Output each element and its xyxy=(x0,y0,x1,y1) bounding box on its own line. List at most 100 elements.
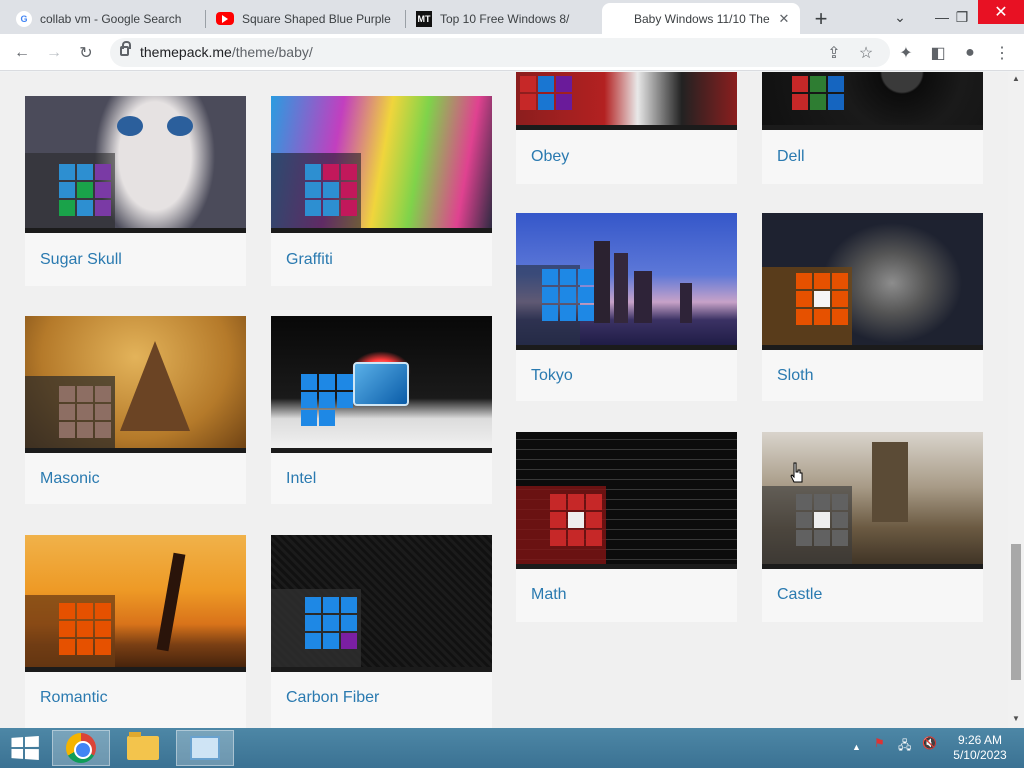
thumb-sloth[interactable] xyxy=(762,213,983,350)
profile-avatar-icon[interactable]: ● xyxy=(956,39,984,67)
browser-toolbar: ← → ↻ themepack.me/theme/baby/ ⇪ ☆ ✦ ◧ ●… xyxy=(0,34,1024,71)
back-icon[interactable]: ← xyxy=(8,39,36,67)
chrome-icon xyxy=(66,733,96,763)
tab-top-10[interactable]: MT Top 10 Free Windows 8/ xyxy=(408,3,600,34)
thumb-obey[interactable] xyxy=(516,72,737,130)
extensions-icon[interactable]: ✦ xyxy=(892,39,920,67)
folder-icon xyxy=(127,732,159,760)
side-panel-icon[interactable]: ◧ xyxy=(924,39,952,67)
theme-card-tokyo[interactable]: Tokyo xyxy=(516,213,737,401)
skyscraper xyxy=(594,241,610,323)
intel-badge xyxy=(353,362,409,406)
scrollbar-thumb[interactable] xyxy=(1011,544,1021,680)
theme-name[interactable]: Romantic xyxy=(40,689,108,707)
theme-card-obey[interactable]: Obey xyxy=(516,72,737,184)
theme-name[interactable]: Obey xyxy=(531,148,569,166)
address-bar[interactable]: themepack.me/theme/baby/ ⇪ ☆ xyxy=(110,38,890,67)
url-domain: themepack.me xyxy=(140,44,232,60)
tiles-preview xyxy=(792,76,844,110)
taskbar-preview xyxy=(271,228,492,233)
page-scrollbar[interactable]: ▲ ▼ xyxy=(1008,72,1024,728)
show-hidden-icons[interactable]: ▲ xyxy=(852,742,861,752)
theme-name[interactable]: Sloth xyxy=(777,367,813,385)
hand-cursor-icon xyxy=(790,462,803,483)
action-center-flag-icon[interactable]: ⚑ xyxy=(874,736,885,750)
lock-icon[interactable] xyxy=(120,41,131,56)
theme-name[interactable]: Intel xyxy=(286,470,316,488)
tab-divider xyxy=(205,10,206,28)
thumb-dell[interactable] xyxy=(762,72,983,130)
theme-card-carbon-fiber[interactable]: Carbon Fiber xyxy=(271,535,492,728)
thumb-sugar-skull[interactable] xyxy=(25,96,246,233)
tab-baby-windows[interactable]: Baby Windows 11/10 The ✕ xyxy=(602,3,800,34)
tiles-preview xyxy=(59,164,111,216)
tab-google-search[interactable]: G collab vm - Google Search xyxy=(8,3,204,34)
theme-name[interactable]: Math xyxy=(531,586,567,604)
theme-name[interactable]: Masonic xyxy=(40,470,100,488)
theme-card-masonic[interactable]: Masonic xyxy=(25,316,246,504)
skyscraper xyxy=(680,283,692,323)
theme-name[interactable]: Sugar Skull xyxy=(40,251,122,269)
mt-icon: MT xyxy=(416,10,432,27)
theme-card-sloth[interactable]: Sloth xyxy=(762,213,983,401)
theme-card-romantic[interactable]: Romantic xyxy=(25,535,246,728)
theme-card-graffiti[interactable]: Graffiti xyxy=(271,96,492,286)
taskbar-preview xyxy=(762,125,983,130)
page-content: Sugar Skull Graffiti Obey Dell Masonic I… xyxy=(0,72,1008,728)
theme-card-dell[interactable]: Dell xyxy=(762,72,983,184)
theme-name[interactable]: Tokyo xyxy=(531,367,573,385)
tiles-preview xyxy=(305,164,357,216)
close-tab-icon[interactable]: ✕ xyxy=(776,11,792,27)
skull-eye xyxy=(117,116,143,136)
taskbar-remote-desktop[interactable] xyxy=(176,730,234,766)
url-path: /theme/baby/ xyxy=(231,44,313,60)
thumb-castle[interactable] xyxy=(762,432,983,569)
thumb-masonic[interactable] xyxy=(25,316,246,453)
theme-name[interactable]: Carbon Fiber xyxy=(286,689,379,707)
tab-youtube[interactable]: Square Shaped Blue Purple xyxy=(208,3,404,34)
tab-search-icon[interactable]: ⌄ xyxy=(878,0,922,34)
close-window-button[interactable]: ✕ xyxy=(978,0,1024,24)
thumb-carbon-fiber[interactable] xyxy=(271,535,492,672)
thumb-intel[interactable] xyxy=(271,316,492,453)
theme-card-math[interactable]: Math xyxy=(516,432,737,622)
theme-name[interactable]: Dell xyxy=(777,148,805,166)
tiles-preview xyxy=(542,269,594,321)
theme-card-sugar-skull[interactable]: Sugar Skull xyxy=(25,96,246,286)
scroll-down-icon[interactable]: ▼ xyxy=(1012,714,1020,723)
network-icon[interactable]: 🖧 xyxy=(898,736,911,757)
taskbar-chrome[interactable] xyxy=(52,730,110,766)
taskbar-file-explorer[interactable] xyxy=(114,730,172,766)
forward-icon[interactable]: → xyxy=(40,39,68,67)
taskbar-preview xyxy=(271,667,492,672)
skyscraper xyxy=(634,271,652,323)
taskbar-clock[interactable]: 9:26 AM 5/10/2023 xyxy=(952,733,1008,763)
bookmark-star-icon[interactable]: ☆ xyxy=(852,39,880,67)
windows-start-icon[interactable] xyxy=(11,735,39,761)
theme-card-intel[interactable]: Intel xyxy=(271,316,492,504)
taskbar-preview xyxy=(25,228,246,233)
theme-name[interactable]: Graffiti xyxy=(286,251,333,269)
new-tab-button[interactable]: + xyxy=(808,6,834,32)
volume-muted-icon[interactable]: 🔇 xyxy=(922,736,937,750)
scroll-up-icon[interactable]: ▲ xyxy=(1012,74,1020,83)
tiles-preview xyxy=(796,494,848,546)
skull-eye xyxy=(167,116,193,136)
share-icon[interactable]: ⇪ xyxy=(820,39,848,67)
theme-name[interactable]: Castle xyxy=(777,586,822,604)
thumb-romantic[interactable] xyxy=(25,535,246,672)
thumb-graffiti[interactable] xyxy=(271,96,492,233)
tiles-preview xyxy=(305,597,357,649)
google-icon: G xyxy=(16,10,32,27)
tab-strip: G collab vm - Google Search Square Shape… xyxy=(0,0,1024,34)
reload-icon[interactable]: ↻ xyxy=(72,39,100,67)
theme-card-castle[interactable]: Castle xyxy=(762,432,983,622)
clock-date: 5/10/2023 xyxy=(953,748,1007,762)
windows-icon xyxy=(610,11,626,27)
tab-title: collab vm - Google Search xyxy=(40,11,182,26)
thumb-math[interactable] xyxy=(516,432,737,569)
tab-title: Square Shaped Blue Purple xyxy=(242,11,391,26)
menu-kebab-icon[interactable]: ⋮ xyxy=(988,39,1016,67)
thumb-tokyo[interactable] xyxy=(516,213,737,350)
skyscraper xyxy=(614,253,628,323)
